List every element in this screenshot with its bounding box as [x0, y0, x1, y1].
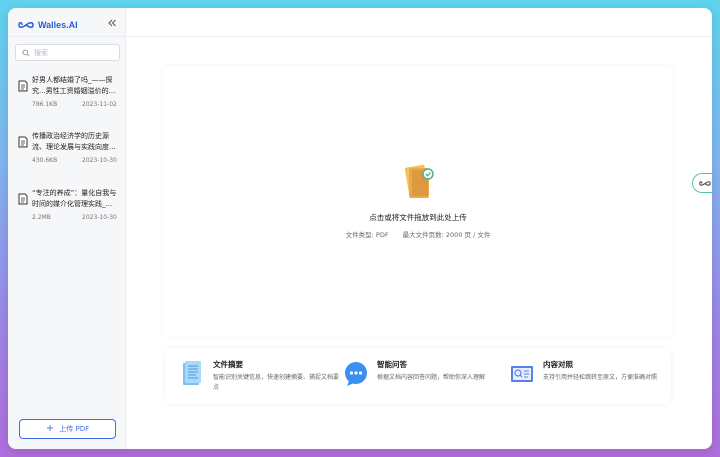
- infinity-icon: [698, 180, 711, 186]
- search-input[interactable]: [34, 48, 114, 57]
- upload-pdf-button[interactable]: + 上传 PDF: [19, 419, 116, 439]
- pdf-file-icon: [18, 136, 28, 148]
- feature-description: 智能识别关键信息，快速创建摘要、捕捉文档要点: [213, 374, 340, 391]
- brand-name: Walles.AI: [38, 20, 78, 30]
- document-summary-icon: [183, 361, 201, 385]
- document-list-item[interactable]: 传播政治经济学的历史源流、理论发展与实践向度... 430.6KB 2023-1…: [16, 131, 120, 175]
- search-box[interactable]: [15, 44, 120, 61]
- watermark: @稀土掘金技术社区: [576, 434, 675, 447]
- feature-compare: 内容对照 支持引用并轻松跳转至原文，方便准确对照: [509, 358, 669, 398]
- brand: Walles.AI: [18, 17, 78, 33]
- dropzone-title: 点击或将文件拖放到此处上传: [369, 213, 467, 222]
- document-title: “专注的养成”：量化自我与时间的媒介化管理实践_...: [32, 189, 117, 208]
- feature-summary: 文件摘要 智能识别关键信息，快速创建摘要、捕捉文档要点: [179, 358, 339, 398]
- feature-title: 文件摘要: [213, 360, 243, 369]
- pdf-file-icon: [18, 80, 28, 92]
- document-list-item[interactable]: 好男人都结婚了吗_——探究...男性工资婚姻溢价的... 786.1KB 202…: [16, 75, 120, 119]
- document-date: 2023-10-30: [82, 157, 117, 164]
- document-date: 2023-10-30: [82, 214, 117, 221]
- feature-description: 根据文档内容回答问题，帮助你深入理解: [377, 374, 486, 381]
- plus-icon: +: [45, 423, 55, 434]
- document-size: 430.6KB: [32, 157, 58, 164]
- compare-icon: [511, 366, 533, 382]
- feature-description: 支持引用并轻松跳转至原文，方便准确对照: [543, 374, 658, 381]
- side-panel-toggle[interactable]: [692, 173, 712, 193]
- feature-title: 内容对照: [543, 360, 573, 369]
- header-divider: [8, 36, 712, 37]
- feature-cards: 文件摘要 智能识别关键信息，快速创建摘要、捕捉文档要点 智能问答 根据文档内容回…: [165, 348, 671, 404]
- feature-title: 智能问答: [377, 360, 407, 369]
- pdf-file-icon: [18, 193, 28, 205]
- file-dropzone[interactable]: 点击或将文件拖放到此处上传 文件类型: PDF 最大文件页数: 2000 页 /…: [163, 66, 673, 336]
- upload-pdf-label: 上传 PDF: [59, 425, 90, 433]
- document-list-item[interactable]: “专注的养成”：量化自我与时间的媒介化管理实践_... 2.2MB 2023-1…: [16, 188, 120, 232]
- upload-folder-icon: [404, 164, 434, 198]
- document-size: 2.2MB: [32, 214, 51, 221]
- document-date: 2023-11-02: [82, 101, 117, 108]
- file-type-label: 文件类型: PDF: [345, 231, 389, 239]
- document-title: 好男人都结婚了吗_——探究...男性工资婚姻溢价的...: [32, 76, 116, 95]
- app-window: Walles.AI 好男人都结婚了吗_——探究...男性工资婚姻溢价的... 7…: [8, 8, 712, 449]
- document-size: 786.1KB: [32, 101, 58, 108]
- search-icon: [22, 48, 30, 57]
- chat-bubble-icon: [345, 362, 367, 386]
- dropzone-meta: 文件类型: PDF 最大文件页数: 2000 页 / 文件: [163, 229, 673, 239]
- collapse-sidebar-icon[interactable]: [107, 18, 117, 28]
- max-pages-label: 最大文件页数: 2000 页 / 文件: [402, 231, 491, 239]
- feature-qa: 智能问答 根据文档内容回答问题，帮助你深入理解: [343, 358, 503, 398]
- document-title: 传播政治经济学的历史源流、理论发展与实践向度...: [32, 132, 116, 151]
- infinity-logo-icon: [18, 22, 34, 28]
